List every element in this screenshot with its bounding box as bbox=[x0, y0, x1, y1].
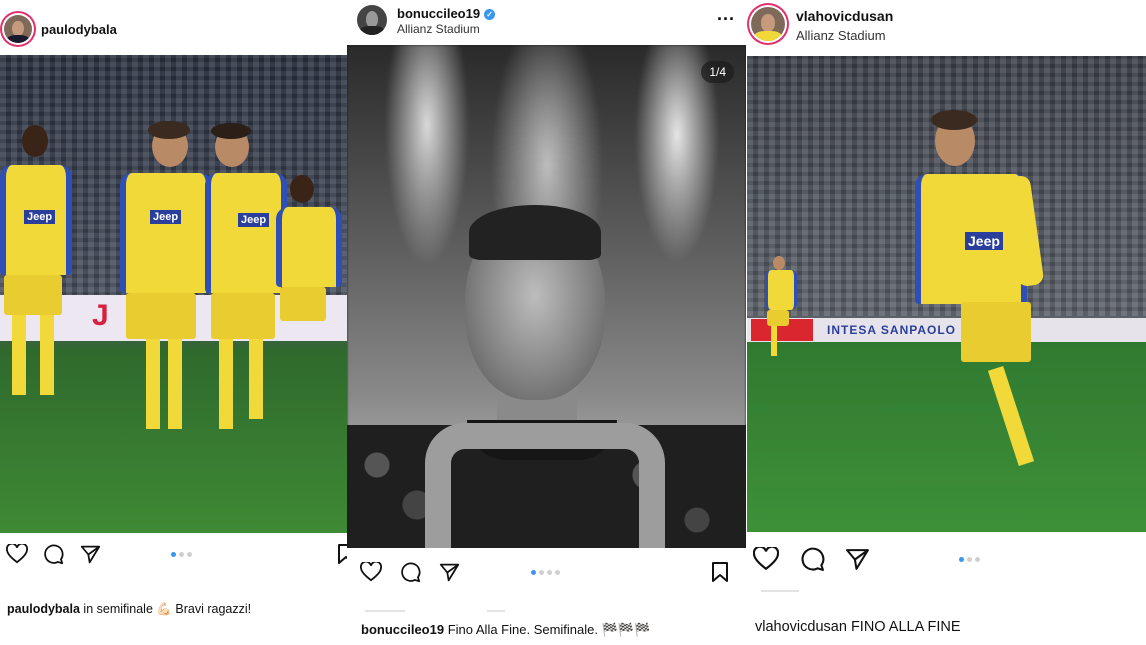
caption-text: FINO ALLA FINE bbox=[850, 619, 961, 635]
photo-counter: 1/4 bbox=[701, 61, 734, 83]
caption-username[interactable]: paulodybala bbox=[7, 602, 80, 616]
action-bar bbox=[747, 545, 1146, 575]
jersey-sponsor: Jeep bbox=[150, 210, 182, 224]
jersey-sponsor: Jeep bbox=[24, 210, 56, 224]
location-link[interactable]: Allianz Stadium bbox=[397, 22, 480, 36]
username-text: bonuccileo19 bbox=[397, 6, 481, 21]
location-link[interactable]: Allianz Stadium bbox=[796, 28, 886, 43]
post-caption: bonuccileo19 Fino Alla Fine. Semifinale.… bbox=[361, 622, 650, 638]
jersey-sponsor: Jeep bbox=[965, 232, 1003, 250]
likes-placeholder bbox=[761, 590, 799, 592]
username-link[interactable]: bonuccileo19 ✓ bbox=[397, 6, 496, 21]
username-link[interactable]: paulodybala bbox=[41, 22, 117, 37]
heart-icon[interactable] bbox=[753, 547, 779, 571]
post-bonuccileo19: bonuccileo19 ✓ Allianz Stadium ... 1/4 bo… bbox=[347, 0, 747, 645]
avatar[interactable] bbox=[751, 7, 785, 41]
avatar[interactable] bbox=[4, 15, 32, 43]
player bbox=[270, 175, 342, 415]
comment-icon[interactable] bbox=[43, 544, 64, 565]
heart-icon[interactable] bbox=[6, 544, 28, 564]
post-photo[interactable]: INTESA SANPAOLO Jeep bbox=[747, 56, 1146, 532]
post-caption: paulodybala in semifinale 💪🏻 Bravi ragaz… bbox=[7, 602, 251, 617]
comment-icon[interactable] bbox=[400, 562, 421, 583]
avatar[interactable] bbox=[357, 5, 387, 35]
action-bar bbox=[0, 540, 347, 570]
share-icon[interactable] bbox=[80, 544, 101, 565]
post-photo[interactable]: J Jeep Jeep Jeep bbox=[0, 55, 347, 533]
share-icon[interactable] bbox=[439, 562, 460, 583]
verified-icon: ✓ bbox=[484, 9, 496, 20]
post-photo[interactable]: 1/4 bbox=[347, 45, 746, 548]
likes-placeholder bbox=[365, 610, 405, 612]
share-icon[interactable] bbox=[845, 547, 870, 572]
post-vlahovicdusan: vlahovicdusan Allianz Stadium INTESA SAN… bbox=[747, 0, 1146, 645]
caption-text: Fino Alla Fine. Semifinale. 🏁🏁🏁 bbox=[447, 622, 651, 637]
carousel-indicator bbox=[959, 557, 980, 562]
username-link[interactable]: vlahovicdusan bbox=[796, 8, 893, 24]
post-caption: vlahovicdusan FINO ALLA FINE bbox=[755, 619, 961, 635]
save-icon[interactable] bbox=[338, 544, 347, 564]
carousel-indicator bbox=[171, 552, 192, 557]
likes-placeholder bbox=[487, 610, 505, 612]
post-header: vlahovicdusan Allianz Stadium bbox=[747, 0, 1146, 56]
comment-icon[interactable] bbox=[800, 547, 825, 572]
save-icon[interactable] bbox=[712, 562, 728, 582]
jersey-sponsor: Jeep bbox=[238, 213, 270, 227]
more-options-button[interactable]: ... bbox=[717, 4, 735, 25]
player bbox=[100, 121, 212, 465]
post-paulodybala: paulodybala J Jeep Jeep Jeep paulodybala… bbox=[0, 0, 347, 645]
player-small bbox=[759, 256, 799, 366]
caption-username[interactable]: vlahovicdusan bbox=[755, 619, 847, 635]
action-bar bbox=[347, 558, 747, 588]
player bbox=[0, 125, 80, 455]
caption-text: in semifinale 💪🏻 Bravi ragazzi! bbox=[83, 602, 252, 616]
heart-icon[interactable] bbox=[360, 562, 382, 582]
carousel-indicator bbox=[531, 570, 560, 575]
player-celebrating bbox=[907, 110, 1067, 496]
caption-username[interactable]: bonuccileo19 bbox=[361, 622, 444, 637]
post-header: paulodybala bbox=[0, 0, 347, 56]
